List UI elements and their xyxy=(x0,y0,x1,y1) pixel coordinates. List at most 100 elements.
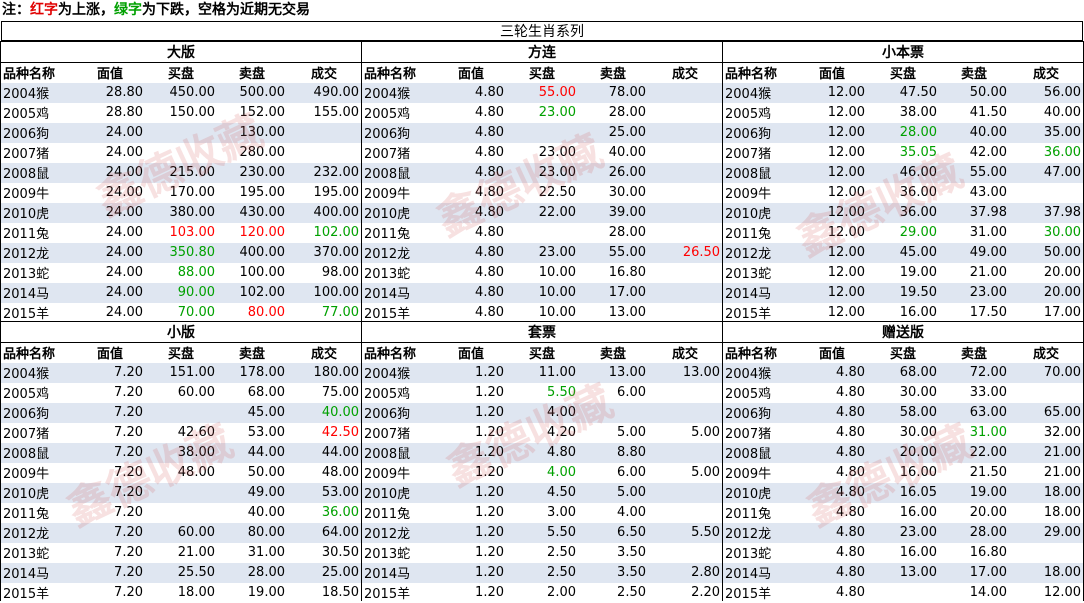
bid-cell: 18.00 xyxy=(145,582,217,603)
deal-cell: 17.00 xyxy=(1009,302,1084,323)
face-value-cell: 24.00 xyxy=(75,262,145,283)
ask-cell: 21.00 xyxy=(939,262,1009,283)
ask-cell: 26.00 xyxy=(578,162,648,183)
deal-cell: 48.00 xyxy=(287,462,362,483)
deal-cell: 400.00 xyxy=(287,202,362,223)
face-value-cell: 4.80 xyxy=(436,302,506,323)
ask-cell: 53.00 xyxy=(217,422,287,443)
bid-cell: 23.00 xyxy=(506,162,578,183)
face-value-cell: 4.80 xyxy=(436,82,506,103)
deal-cell: 75.00 xyxy=(287,382,362,403)
bid-cell: 23.00 xyxy=(506,142,578,163)
ask-cell: 3.50 xyxy=(578,542,648,563)
deal-cell: 40.00 xyxy=(287,402,362,423)
variety-cell: 2007猪 xyxy=(1,422,75,443)
note-red-suffix: 为上涨， xyxy=(58,2,114,18)
ask-cell: 28.00 xyxy=(217,562,287,583)
variety-cell: 2008鼠 xyxy=(362,442,436,463)
table-row: 2006狗 4.80 25.00 xyxy=(362,122,723,143)
variety-cell: 2015羊 xyxy=(723,302,797,323)
ask-cell: 45.00 xyxy=(217,402,287,423)
table-row: 2005鸡 28.80 150.00 152.00 155.00 xyxy=(1,102,362,123)
column-header: 面值 xyxy=(436,62,506,83)
deal-cell xyxy=(648,222,723,243)
table-row: 2015羊 1.20 2.00 2.50 2.20 xyxy=(362,582,723,603)
variety-cell: 2010虎 xyxy=(1,202,75,223)
variety-cell: 2010虎 xyxy=(1,482,75,503)
face-value-cell: 1.20 xyxy=(436,562,506,583)
bid-cell: 30.00 xyxy=(867,382,939,403)
table-row: 2015羊 4.80 10.00 13.00 xyxy=(362,302,723,323)
variety-cell: 2010虎 xyxy=(362,482,436,503)
ask-cell: 33.00 xyxy=(939,382,1009,403)
table-row: 2009牛 7.20 48.00 50.00 48.00 xyxy=(1,462,362,483)
ask-cell: 55.00 xyxy=(578,242,648,263)
variety-cell: 2004猴 xyxy=(1,362,75,383)
deal-cell xyxy=(648,542,723,563)
column-header: 卖盘 xyxy=(217,62,287,83)
variety-cell: 2006狗 xyxy=(723,402,797,423)
face-value-cell: 1.20 xyxy=(436,542,506,563)
face-value-cell: 12.00 xyxy=(797,162,867,183)
variety-cell: 2007猪 xyxy=(1,142,75,163)
deal-cell: 18.50 xyxy=(287,582,362,603)
variety-cell: 2012龙 xyxy=(1,242,75,263)
column-header: 买盘 xyxy=(506,342,578,363)
bid-cell: 16.00 xyxy=(867,542,939,563)
ask-cell: 23.00 xyxy=(939,282,1009,303)
deal-cell: 180.00 xyxy=(287,362,362,383)
face-value-cell: 4.80 xyxy=(436,202,506,223)
variety-cell: 2008鼠 xyxy=(1,442,75,463)
ask-cell: 40.00 xyxy=(217,502,287,523)
table-row: 2006狗 4.80 58.00 63.00 65.00 xyxy=(723,402,1084,423)
ask-cell: 13.00 xyxy=(578,362,648,383)
ask-cell: 41.50 xyxy=(939,102,1009,123)
bid-cell: 4.50 xyxy=(506,482,578,503)
deal-cell: 20.00 xyxy=(1009,282,1084,303)
bid-cell: 4.00 xyxy=(506,462,578,483)
variety-cell: 2015羊 xyxy=(1,302,75,323)
face-value-cell: 24.00 xyxy=(75,302,145,323)
deal-cell: 53.00 xyxy=(287,482,362,503)
variety-cell: 2005鸡 xyxy=(723,382,797,403)
column-header: 买盘 xyxy=(145,62,217,83)
table-row: 2009牛 4.80 22.50 30.00 xyxy=(362,182,723,203)
variety-cell: 2006狗 xyxy=(723,122,797,143)
face-value-cell: 4.80 xyxy=(797,582,867,603)
ask-cell: 28.00 xyxy=(578,222,648,243)
variety-cell: 2015羊 xyxy=(362,582,436,603)
bid-cell xyxy=(145,502,217,523)
bid-cell: 16.05 xyxy=(867,482,939,503)
ask-cell: 430.00 xyxy=(217,202,287,223)
face-value-cell: 4.80 xyxy=(797,542,867,563)
variety-cell: 2013蛇 xyxy=(723,542,797,563)
deal-cell: 18.00 xyxy=(1009,482,1084,503)
grid-line xyxy=(722,41,723,601)
variety-cell: 2011兔 xyxy=(362,502,436,523)
note-red-word: 红字 xyxy=(30,2,58,18)
ask-cell: 130.00 xyxy=(217,122,287,143)
face-value-cell: 24.00 xyxy=(75,202,145,223)
ask-cell xyxy=(578,402,648,423)
deal-cell: 100.00 xyxy=(287,282,362,303)
table-row: 2012龙 4.80 23.00 28.00 29.00 xyxy=(723,522,1084,543)
bid-cell: 4.80 xyxy=(506,442,578,463)
face-value-cell: 12.00 xyxy=(797,82,867,103)
bid-cell: 88.00 xyxy=(145,262,217,283)
column-header: 面值 xyxy=(797,62,867,83)
bid-cell: 68.00 xyxy=(867,362,939,383)
deal-cell: 29.00 xyxy=(1009,522,1084,543)
price-table: 小本票 品种名称 面值 买盘 卖盘 成交 2004猴 12.00 47.50 50.00 56.00… xyxy=(723,41,1084,323)
face-value-cell: 4.80 xyxy=(797,422,867,443)
panel-title: 小本票 xyxy=(723,41,1084,63)
bid-cell: 38.00 xyxy=(867,102,939,123)
table-row: 2010虎 4.80 22.00 39.00 xyxy=(362,202,723,223)
bid-cell: 19.50 xyxy=(867,282,939,303)
variety-cell: 2011兔 xyxy=(723,502,797,523)
face-value-cell: 12.00 xyxy=(797,182,867,203)
table-row: 2014马 4.80 13.00 17.00 18.00 xyxy=(723,562,1084,583)
deal-cell: 232.00 xyxy=(287,162,362,183)
variety-cell: 2005鸡 xyxy=(723,102,797,123)
face-value-cell: 7.20 xyxy=(75,482,145,503)
table-row: 2012龙 4.80 23.00 55.00 26.50 xyxy=(362,242,723,263)
